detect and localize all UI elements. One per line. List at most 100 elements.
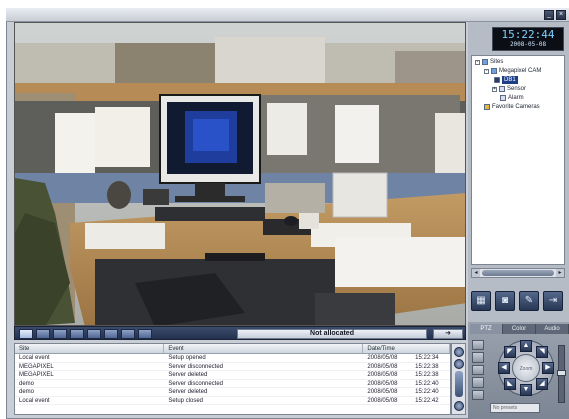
ptz-preset-button[interactable] [472,352,484,363]
preset-select[interactable]: No presets [490,403,540,413]
ptz-down-right-icon[interactable]: ◢ [536,378,548,390]
side-toolbar: ▦ ◙ ✎ ⇥ [471,291,567,313]
layout-1x1-button[interactable] [19,329,33,339]
collapse-icon[interactable]: - [475,59,480,65]
tree-node-sensor[interactable]: + Sensor [492,85,526,93]
speed-slider[interactable] [557,345,566,403]
log-time-cell: 15:22:38 [415,363,439,370]
clock-display: 15:22:44 2008-05-08 [492,27,564,51]
log-event-cell: Setup closed [168,397,204,404]
tab-audio[interactable]: Audio [536,324,569,334]
scroll-right-icon[interactable]: ▸ [556,269,564,277]
log-event-cell: Server deleted [168,389,208,395]
log-time-cell: 15:22:34 [415,355,439,361]
log-site-cell: demo [19,380,35,387]
table-row[interactable]: Local event Setup opened 2008/05/08 15:2… [15,354,450,363]
column-header-site[interactable]: Site [15,344,165,353]
ptz-right-icon[interactable]: ▶ [542,362,554,374]
log-date-cell: 2008/05/08 [367,372,398,378]
scroll-top-icon[interactable] [454,359,464,369]
ptz-preset-button[interactable] [472,340,484,351]
video-frame [15,23,465,325]
tree-node-label: Favorite Cameras [492,104,540,110]
tab-ptz[interactable]: PTZ [470,324,503,334]
log-date-cell: 2008/05/08 [367,355,398,361]
scroll-thumb[interactable] [482,270,554,276]
tree-node-megapixel-cam[interactable]: - Megapixel CAM [484,67,541,75]
sensor-icon [499,86,505,92]
layout-4x4-button[interactable] [70,329,84,339]
ptz-up-icon[interactable]: ▲ [520,340,532,352]
star-icon [484,104,490,110]
tree-scrollbar[interactable]: ◂ ▸ [471,268,565,278]
ptz-preset-button[interactable] [472,364,484,376]
log-site-cell: MEGAPIXEL [19,372,54,378]
allocation-status: Not allocated [237,329,427,339]
tree-node-label: Alarm [508,95,524,101]
column-header-event[interactable]: Event [164,344,364,353]
tree-node-favorite-cameras[interactable]: Favorite Cameras [484,103,540,111]
log-site-cell: demo [19,389,35,395]
tab-color[interactable]: Color [503,324,536,334]
scroll-left-icon[interactable]: ◂ [472,269,480,277]
layout-sequence-button[interactable] [138,329,152,339]
alarm-icon [500,95,506,101]
log-date-cell: 2008/05/08 [367,380,398,387]
settings-button[interactable]: ✎ [519,291,539,311]
close-button[interactable]: × [556,10,566,20]
layout-3x3-button[interactable] [53,329,67,339]
layout-1plus7-button[interactable] [104,329,118,339]
scroll-thumb[interactable] [455,371,463,397]
camera-icon [494,77,500,83]
log-time-cell: 15:22:40 [415,380,439,387]
ptz-left-icon[interactable]: ◀ [498,362,510,374]
log-time-cell: 15:22:42 [415,397,439,404]
log-event-cell: Server disconnected [168,380,224,387]
table-row[interactable]: demo Server deleted 2008/05/08 15:22:40 [15,388,450,397]
column-header-datetime[interactable]: Date/Time [363,344,450,353]
site-tree[interactable]: - Sites - Megapixel CAM DB1 + Sensor Ala… [471,55,565,265]
camera-button[interactable]: ◙ [495,291,515,311]
table-row[interactable]: Local event Setup closed 2008/05/08 15:2… [15,397,450,405]
ptz-down-left-icon[interactable]: ◣ [504,378,516,390]
log-event-cell: Server deleted [168,372,208,378]
ptz-zoom-center[interactable]: Zoom [512,354,540,382]
layout-toolbar: Not allocated ➜ [14,326,466,340]
log-event-cell: Setup opened [168,355,206,361]
clock-date: 2008-05-08 [509,41,547,48]
slider-knob[interactable] [557,370,566,376]
ptz-up-left-icon[interactable]: ◤ [504,346,516,358]
arrow-right-icon[interactable]: ➜ [433,329,463,339]
expand-icon[interactable]: + [492,86,497,92]
tree-node-label: Megapixel CAM [499,68,542,74]
camera-video-feed[interactable] [14,22,466,326]
ptz-preset-button[interactable] [472,389,484,401]
collapse-icon[interactable]: - [484,68,489,74]
exit-button[interactable]: ⇥ [543,291,563,311]
log-date-cell: 2008/05/08 [367,397,398,404]
event-log[interactable]: Site Event Date/Time Local event Setup o… [14,343,451,415]
tree-node-alarm[interactable]: Alarm [500,94,524,102]
table-row[interactable]: MEGAPIXEL Server deleted 2008/05/08 15:2… [15,371,450,380]
layout-2x2-button[interactable] [36,329,50,339]
layout-1plus5-button[interactable] [87,329,101,339]
tree-node-sites[interactable]: - Sites [475,58,503,66]
site-icon [491,68,497,74]
ptz-up-right-icon[interactable]: ◥ [536,346,548,358]
scroll-up-icon[interactable] [454,347,464,357]
control-tabs: PTZ Color Audio [470,324,569,334]
minimize-button[interactable]: _ [544,10,554,20]
ptz-down-icon[interactable]: ▼ [520,384,532,396]
ptz-side-buttons [472,340,486,401]
scroll-down-icon[interactable] [454,401,464,411]
ptz-joystick[interactable]: ▲ ▼ ◀ ▶ ◤ ◥ ◣ ◢ Zoom [490,338,562,400]
log-header: Site Event Date/Time [15,344,450,354]
tree-node-db1[interactable]: DB1 [494,76,518,84]
display-button[interactable]: ▦ [471,291,491,311]
log-time-cell: 15:22:40 [415,389,439,395]
table-row[interactable]: demo Server disconnected 2008/05/08 15:2… [15,380,450,388]
layout-5x5-button[interactable] [121,329,135,339]
table-row[interactable]: MEGAPIXEL Server disconnected 2008/05/08… [15,363,450,371]
ptz-preset-button[interactable] [472,377,484,388]
tree-node-label: DB1 [502,76,518,84]
